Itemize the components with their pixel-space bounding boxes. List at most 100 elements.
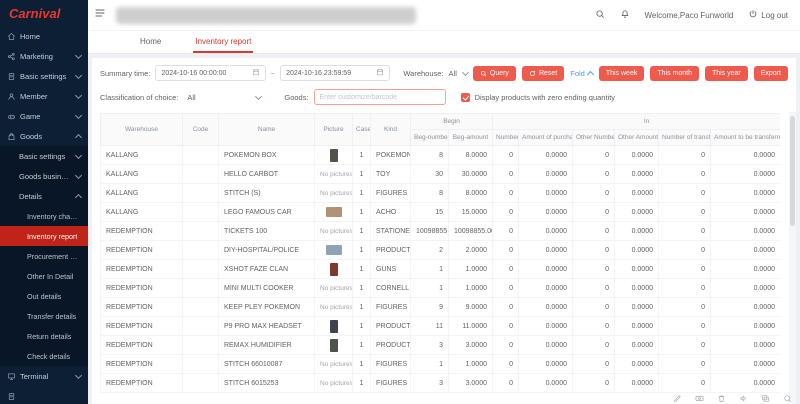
fold-link[interactable]: Fold [570,69,593,78]
volume-icon[interactable] [739,394,748,403]
col-other-amount: Other Amount [615,130,659,146]
cell-picture [315,317,353,336]
cell-amount-to-be-transferred: 0.0000 [711,260,781,279]
this-year-button[interactable]: This year [705,66,748,81]
sidebar-item-details[interactable]: Details [0,186,88,206]
cell-other-amount: 0.0000 [615,355,659,374]
tab-inventory-report[interactable]: Inventory report [193,31,253,53]
col-other-number: Other Number [573,130,615,146]
cell-case: 1 [353,241,371,260]
sidebar-item-home[interactable]: Home [0,26,88,46]
cell-warehouse: KALLANG [101,165,183,184]
calendar-icon [376,68,384,78]
sidebar-item-transfer-details[interactable]: Transfer details [0,306,88,326]
sidebar-item-other-in-detail[interactable]: Other In Detail [0,266,88,286]
cell-number: 0 [493,298,519,317]
cell-amount-to-be-transferred: 0.0000 [711,184,781,203]
cell-picture: No pictures [315,222,353,241]
reset-button[interactable]: Reset [522,66,564,81]
main-area: Welcome,Paco Funworld Log out Home Inven… [88,0,800,404]
chevron-up-icon [75,133,82,140]
zero-quantity-checkbox[interactable] [461,93,470,102]
date-from-input[interactable]: 2024-10-16 00:00:00 [155,65,265,81]
basic-settings-icon [7,72,16,81]
chevron-down-icon [75,371,82,378]
cell-name: DIY-HOSPITAL/POLICE [219,241,315,260]
cell-other-amount: 0.0000 [615,241,659,260]
cell-beg-amount: 9.0000 [449,298,493,317]
cell-amount-to-be-transferred: 0.0000 [711,203,781,222]
banknote-icon[interactable] [695,394,704,403]
bell-icon[interactable] [620,9,630,21]
sidebar-item-member[interactable]: Member [0,86,88,106]
table-header: Warehouse Code Name Picture Case Kind Be… [101,114,781,146]
cell-case: 1 [353,355,371,374]
sidebar-item-inventory-report[interactable]: Inventory report [0,226,88,246]
cell-beg-amount: 30.0000 [449,165,493,184]
cell-picture: No pictures [315,355,353,374]
sidebar-item-game[interactable]: Game [0,106,88,126]
cell-name: MINI MULTI COOKER [219,279,315,298]
export-button[interactable]: Export [754,66,788,81]
logout-button[interactable]: Log out [748,9,788,21]
pen-icon[interactable] [673,394,682,403]
sidebar-item-goods[interactable]: Goods [0,126,88,146]
terminal-icon [7,372,16,381]
cell-warehouse: KALLANG [101,184,183,203]
cell-other-number: 0 [573,336,615,355]
content: Summary time: 2024-10-16 00:00:00 ~ 2024… [88,54,800,404]
sidebar-item-check-details[interactable]: Check details [0,346,88,366]
cell-picture: No pictures [315,298,353,317]
goods-input[interactable] [314,89,446,105]
cell-amount-of-purchase: 0.0000 [519,298,573,317]
cell-kind: PRODUCTS [371,317,411,336]
trash-icon[interactable] [717,394,726,403]
cell-number: 0 [493,336,519,355]
warehouse-select[interactable]: All [449,69,468,78]
cell-warehouse: REDEMPTION [101,317,183,336]
classification-select[interactable]: All [183,93,265,102]
zoom-icon[interactable] [783,394,792,403]
cell-beg-number: 8 [411,184,449,203]
scrollbar-thumb[interactable] [790,116,795,226]
search-icon[interactable] [595,9,605,21]
cell-beg-amount: 8.0000 [449,184,493,203]
cell-kind: POKEMON [371,146,411,165]
sidebar-item-out-details[interactable]: Out details [0,286,88,306]
sidebar-item-item[interactable] [0,386,88,404]
cell-warehouse: REDEMPTION [101,222,183,241]
cell-picture: No pictures [315,184,353,203]
sidebar-item-goods-business[interactable]: Goods business [0,166,88,186]
cell-number: 0 [493,165,519,184]
cell-other-amount: 0.0000 [615,165,659,184]
windows-icon[interactable] [761,394,770,403]
sidebar-item-return-details[interactable]: Return details [0,326,88,346]
sidebar-item-basic-settings[interactable]: Basic settings [0,66,88,86]
chevron-down-icon [75,71,82,78]
cell-kind: FIGURES [371,374,411,393]
sidebar-item-marketing[interactable]: Marketing [0,46,88,66]
col-beg-number: Beg-number [411,130,449,146]
query-button[interactable]: Query [473,66,516,81]
this-month-button[interactable]: This month [650,66,699,81]
date-to-input[interactable]: 2024-10-16 23:59:59 [280,65,390,81]
no-picture-text: No pictures [320,228,353,235]
chevron-down-icon [75,91,82,98]
sidebar-item-terminal[interactable]: Terminal [0,366,88,386]
tab-home[interactable]: Home [138,31,163,53]
cell-name: LEGO FAMOUS CAR [219,203,315,222]
sidebar-item-inventory-change-details[interactable]: Inventory change details [0,206,88,226]
cell-amount-to-be-transferred: 0.0000 [711,241,781,260]
this-week-button[interactable]: This week [599,66,645,81]
sidebar-item-procurement-detail-table[interactable]: Procurement Detail Table [0,246,88,266]
vertical-scrollbar[interactable] [789,112,796,404]
cell-warehouse: KALLANG [101,146,183,165]
cell-other-amount: 0.0000 [615,203,659,222]
chevron-down-icon [462,68,469,75]
table-row: REDEMPTIONSTITCH 6015253No pictures1FIGU… [101,374,781,393]
cell-other-number: 0 [573,374,615,393]
sidebar-item-basic-settings[interactable]: Basic settings [0,146,88,166]
cell-number-of-transfers: 0 [659,374,711,393]
menu-toggle-icon[interactable] [94,6,106,24]
cell-amount-of-purchase: 0.0000 [519,374,573,393]
